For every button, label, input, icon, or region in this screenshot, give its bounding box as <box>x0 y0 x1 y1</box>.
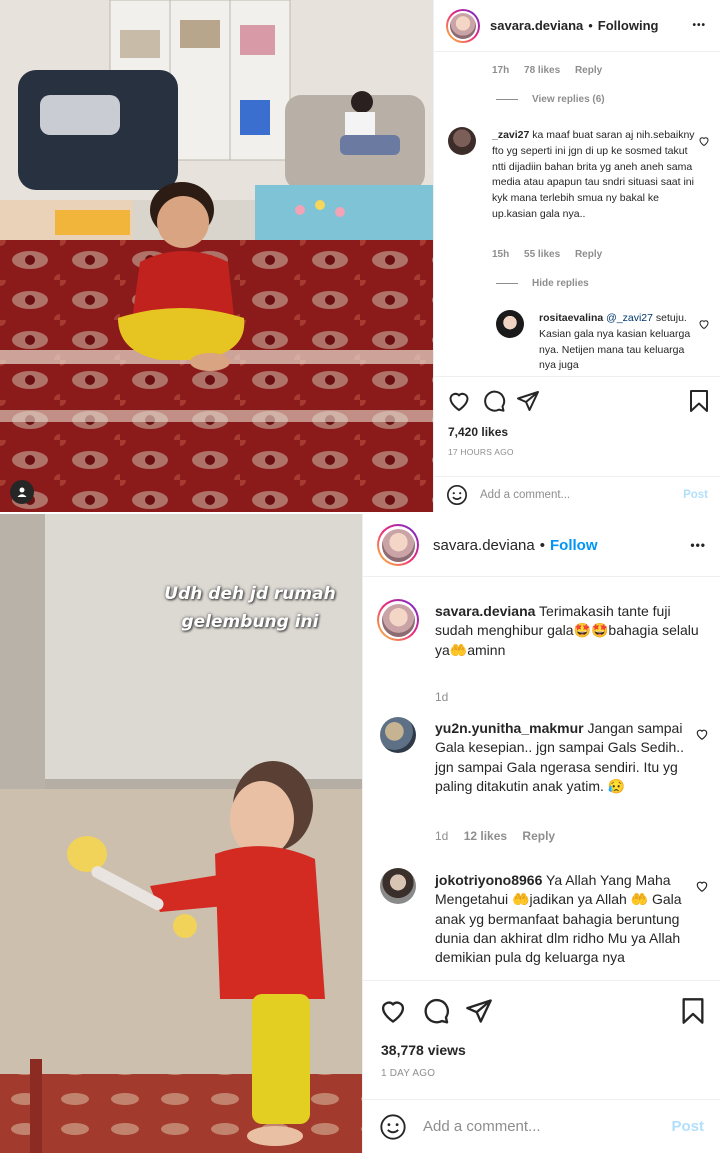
comment-meta: 17h 78 likes Reply <box>492 65 614 76</box>
comment-time: 17h <box>492 65 510 76</box>
caption-time[interactable]: 1d <box>435 690 448 704</box>
reply-avatar[interactable] <box>496 310 524 338</box>
comment-time: 15h <box>492 249 510 260</box>
add-comment-bar: Add a comment... Post <box>363 1099 720 1153</box>
post-timestamp[interactable]: 1 DAY AGO <box>381 1068 435 1079</box>
reply-button[interactable]: Reply <box>575 65 602 76</box>
avatar[interactable] <box>377 524 419 566</box>
add-comment-bar: Add a comment... Post <box>434 476 720 512</box>
tagged-user-icon[interactable] <box>10 480 34 504</box>
hide-replies-label: Hide replies <box>532 278 589 289</box>
commenter-username[interactable]: yu2n.yunitha_makmur <box>435 720 584 736</box>
comment: yu2n.yunitha_makmur Jangan sampai Gala k… <box>435 719 685 796</box>
post-side-panel: savara.deviana • Following ••• 17h 78 li… <box>433 0 720 512</box>
commenter-username[interactable]: _zavi27 <box>492 129 529 141</box>
views-count[interactable]: 38,778 views <box>381 1042 466 1058</box>
reply-comment: rositaevalina @_zavi27 setuju. Kasian ga… <box>539 311 694 374</box>
post-header: savara.deviana • Follow ••• <box>363 514 720 577</box>
instagram-post-2: Udh deh jd rumah gelembung ini savara.de… <box>0 514 720 1153</box>
post-comment-button[interactable]: Post <box>683 489 708 501</box>
comment-likes[interactable]: 55 likes <box>524 249 560 260</box>
save-bookmark-icon[interactable] <box>680 997 706 1025</box>
post-actions: 38,778 views 1 DAY AGO <box>363 980 720 1099</box>
overlay-line-1: Udh deh jd rumah <box>164 584 336 604</box>
post-header: savara.deviana • Following ••• <box>434 0 720 52</box>
comment-likes[interactable]: 12 likes <box>464 829 507 843</box>
like-heart-icon[interactable] <box>379 997 407 1025</box>
comment: jokotriyono8966 Ya Allah Yang Maha Menge… <box>435 871 685 968</box>
like-comment-heart-icon[interactable] <box>695 727 709 741</box>
commenter-username[interactable]: jokotriyono8966 <box>435 872 542 888</box>
caption: savara.deviana Terimakasih tante fuji su… <box>435 602 705 660</box>
video-overlay-text: Udh deh jd rumah gelembung ini <box>140 580 360 636</box>
more-options-icon[interactable]: ••• <box>690 538 706 552</box>
view-replies-button[interactable]: View replies (6) <box>496 94 605 105</box>
reply-username[interactable]: rositaevalina <box>539 312 603 324</box>
reply-button[interactable]: Reply <box>522 829 555 843</box>
comment-meta: 1d 12 likes Reply <box>435 829 567 843</box>
like-reply-heart-icon[interactable] <box>698 318 710 330</box>
like-comment-heart-icon[interactable] <box>695 879 709 893</box>
comment-bubble-icon[interactable] <box>482 389 506 413</box>
comment-likes[interactable]: 78 likes <box>524 65 560 76</box>
like-comment-heart-icon[interactable] <box>698 135 710 147</box>
post-comment-button[interactable]: Post <box>671 1118 704 1135</box>
commenter-avatar[interactable] <box>448 127 476 155</box>
comment-time: 1d <box>435 829 449 843</box>
instagram-post-1: savara.deviana • Following ••• 17h 78 li… <box>0 0 720 512</box>
likes-count[interactable]: 7,420 likes <box>448 425 508 439</box>
post-timestamp[interactable]: 17 HOURS AGO <box>448 447 514 457</box>
separator-dot: • <box>588 18 593 33</box>
comment-text: ka maaf buat saran aj nih.sebaikny fto y… <box>492 129 695 220</box>
separator-dot: • <box>539 536 545 554</box>
username[interactable]: savara.deviana <box>433 537 535 554</box>
comment-input[interactable]: Add a comment... <box>423 1118 671 1135</box>
avatar[interactable] <box>446 8 480 43</box>
comment-input[interactable]: Add a comment... <box>480 489 683 501</box>
view-replies-label: View replies (6) <box>532 94 605 105</box>
like-heart-icon[interactable] <box>447 389 471 413</box>
caption-avatar[interactable] <box>377 599 419 641</box>
emoji-smiley-icon[interactable] <box>446 484 468 506</box>
overlay-line-2: gelembung ini <box>181 612 319 632</box>
comments-list[interactable]: 17h 78 likes Reply View replies (6) _zav… <box>434 53 720 376</box>
comments-list[interactable]: savara.deviana Terimakasih tante fuji su… <box>363 577 720 980</box>
share-paper-plane-icon[interactable] <box>465 997 493 1025</box>
hide-replies-button[interactable]: Hide replies <box>496 278 589 289</box>
more-options-icon[interactable]: ••• <box>692 20 706 31</box>
commenter-avatar[interactable] <box>380 717 416 753</box>
reply-button[interactable]: Reply <box>575 249 602 260</box>
divider-line <box>496 99 518 100</box>
following-button[interactable]: Following <box>598 18 659 33</box>
follow-button[interactable]: Follow <box>550 537 598 554</box>
emoji-smiley-icon[interactable] <box>379 1113 407 1141</box>
comment: _zavi27 ka maaf buat saran aj nih.sebaik… <box>492 128 697 223</box>
divider-line <box>496 283 518 284</box>
mention-link[interactable]: @_zavi27 <box>606 312 653 324</box>
post-actions: 7,420 likes 17 HOURS AGO <box>434 376 720 476</box>
save-bookmark-icon[interactable] <box>688 389 710 413</box>
living-room-photo <box>0 0 433 512</box>
post-photo[interactable] <box>0 0 433 512</box>
post-video[interactable]: Udh deh jd rumah gelembung ini <box>0 514 362 1153</box>
commenter-avatar[interactable] <box>380 868 416 904</box>
comment-meta: 15h 55 likes Reply <box>492 249 614 260</box>
comment-bubble-icon[interactable] <box>422 997 450 1025</box>
post-side-panel: savara.deviana • Follow ••• savara.devia… <box>362 514 720 1153</box>
share-paper-plane-icon[interactable] <box>516 389 540 413</box>
caption-username[interactable]: savara.deviana <box>435 603 535 619</box>
username[interactable]: savara.deviana <box>490 18 583 33</box>
